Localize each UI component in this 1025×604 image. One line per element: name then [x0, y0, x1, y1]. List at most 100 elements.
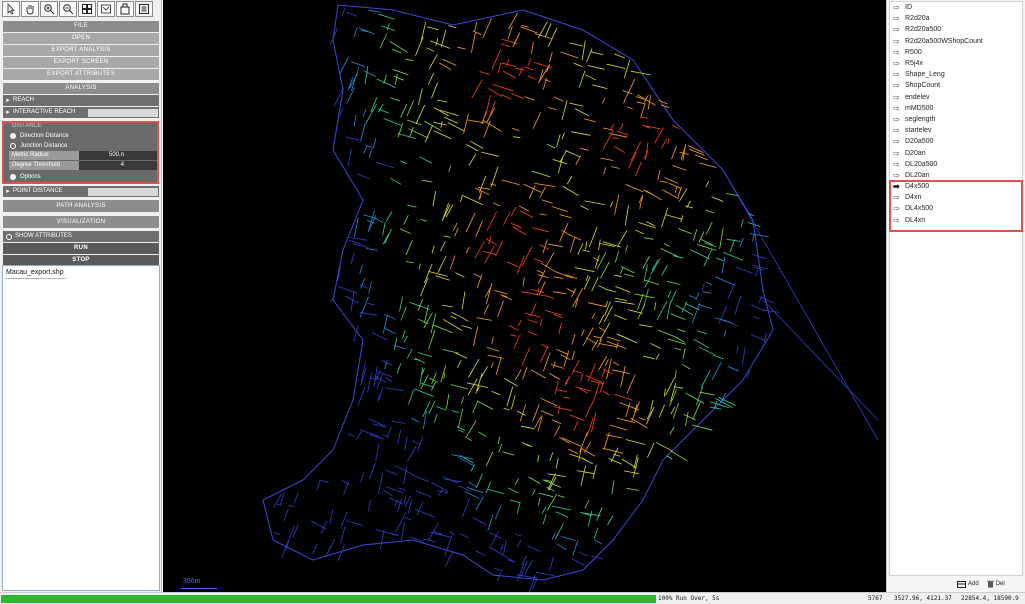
arrow-right-icon: ⇨ [893, 114, 900, 124]
street-segment [340, 525, 346, 544]
delete-attribute-button[interactable]: Del [986, 580, 1005, 588]
street-segment [383, 118, 402, 126]
attribute-item[interactable]: ⇨ DL20a500 [890, 159, 1022, 170]
attribute-item[interactable]: ⇨ R500 [890, 47, 1022, 58]
street-segment [395, 512, 407, 532]
visualization-button[interactable]: VISUALIZATION [3, 216, 159, 228]
street-segment [485, 238, 497, 246]
street-segment [625, 402, 631, 418]
street-segment [461, 498, 470, 518]
pan-hand-icon[interactable] [21, 1, 39, 17]
street-segment [623, 96, 627, 104]
analysis-button[interactable]: ANALYSIS [3, 83, 159, 94]
street-segment [549, 452, 554, 462]
street-segment [569, 102, 584, 107]
street-segment [608, 458, 622, 465]
street-segment [540, 397, 558, 407]
run-button[interactable]: RUN [3, 243, 159, 254]
street-segment [635, 161, 642, 177]
street-segment [353, 114, 357, 127]
street-segment [535, 572, 555, 576]
attribute-item[interactable]: ⇨ R2d20a500WShopCount [890, 36, 1022, 47]
zoom-in-icon[interactable] [40, 1, 58, 17]
map-canvas[interactable]: 356m [163, 0, 886, 595]
street-segment [561, 100, 568, 120]
street-segment [571, 288, 577, 297]
street-segment [538, 492, 554, 498]
street-segment [447, 122, 465, 132]
street-segment [554, 380, 559, 395]
street-segment [592, 464, 597, 480]
street-segment [702, 291, 712, 294]
add-attribute-button[interactable]: Add [957, 580, 979, 588]
street-segment [655, 353, 660, 360]
street-segment [399, 228, 411, 234]
street-segment [448, 531, 455, 536]
console-output[interactable]: Macau_export.shp -----------------------… [2, 265, 160, 591]
attribute-item[interactable]: ⇨ startelev [890, 125, 1022, 136]
street-segment [548, 107, 557, 110]
attribute-item[interactable]: ⇨ ID [890, 2, 1022, 13]
open-button[interactable]: OPEN [3, 33, 159, 44]
attribute-item[interactable]: ⇨ ShopCount [890, 80, 1022, 91]
list-icon[interactable] [135, 1, 153, 17]
street-segment [420, 218, 427, 222]
select-arrow-icon[interactable] [2, 1, 20, 17]
attribute-item[interactable]: ⇨ endelev [890, 92, 1022, 103]
street-segment [320, 479, 329, 484]
arrow-right-icon: ⇨ [893, 3, 900, 13]
export-screen-button[interactable]: EXPORT SCREEN [3, 57, 159, 68]
attribute-item[interactable]: ⇨ R2d20a500 [890, 24, 1022, 35]
zoom-out-icon[interactable] [59, 1, 77, 17]
attribute-item[interactable]: ⇨ R2d20a [890, 13, 1022, 24]
street-segment [751, 304, 765, 312]
export-icon[interactable] [116, 1, 134, 17]
reach-row[interactable]: ▸ REACH [3, 95, 159, 106]
street-segment [511, 93, 525, 99]
grid-icon[interactable] [78, 1, 96, 17]
street-segment [400, 306, 407, 321]
street-segment [592, 84, 608, 89]
street-segment [631, 401, 640, 421]
attribute-item[interactable]: ⇨ mMD500 [890, 103, 1022, 114]
street-segment [457, 360, 462, 368]
street-segment [534, 33, 552, 39]
attribute-highlight-box [889, 180, 1023, 232]
street-segment [620, 365, 626, 388]
show-attributes-row[interactable]: SHOW ATTRIBUTES [3, 231, 159, 242]
interactive-reach-row[interactable]: ▸ INTERACTIVE REACH [3, 107, 159, 118]
street-segment [454, 228, 459, 237]
fit-extent-icon[interactable] [97, 1, 115, 17]
street-segment [620, 266, 635, 274]
street-segment [507, 25, 513, 40]
street-segment [457, 46, 466, 50]
export-analysis-button[interactable]: EXPORT ANALYSIS [3, 45, 159, 56]
street-segment [510, 222, 523, 229]
street-segment [356, 430, 363, 440]
attribute-item[interactable]: ⇨ seglength [890, 114, 1022, 125]
attribute-item[interactable]: ⇨ D20a500 [890, 136, 1022, 147]
street-segment [479, 175, 487, 193]
bridge-segment [762, 299, 879, 421]
street-segment [415, 490, 432, 498]
attribute-item[interactable]: ⇨ R5j4x [890, 58, 1022, 69]
street-segment [527, 319, 538, 324]
street-segment [501, 179, 520, 186]
street-segment [428, 401, 436, 415]
file-button[interactable]: FILE [3, 21, 159, 32]
path-analysis-button[interactable]: PATH ANALYSIS [3, 200, 159, 212]
progress-bar [1, 595, 656, 603]
street-network-map[interactable] [163, 0, 886, 595]
attribute-list[interactable]: ⇨ ID ⇨ R2d20a ⇨ R2d20a500 ⇨ R2d20a500WShopCount… [889, 1, 1023, 576]
street-segment [555, 511, 568, 518]
point-distance-row[interactable]: ▸ POINT DISTANCE [3, 186, 159, 197]
street-segment [471, 32, 476, 53]
street-segment [627, 309, 643, 314]
point-distance-slider[interactable] [88, 187, 158, 196]
street-segment [587, 65, 605, 70]
export-attributes-button[interactable]: EXPORT ATTRIBUTES [3, 69, 159, 80]
interactive-reach-slider[interactable] [88, 108, 158, 117]
attribute-item[interactable]: ⇨ D20an [890, 147, 1022, 158]
attribute-item[interactable]: ⇨ Shape_Leng [890, 69, 1022, 80]
street-segment [549, 556, 554, 571]
